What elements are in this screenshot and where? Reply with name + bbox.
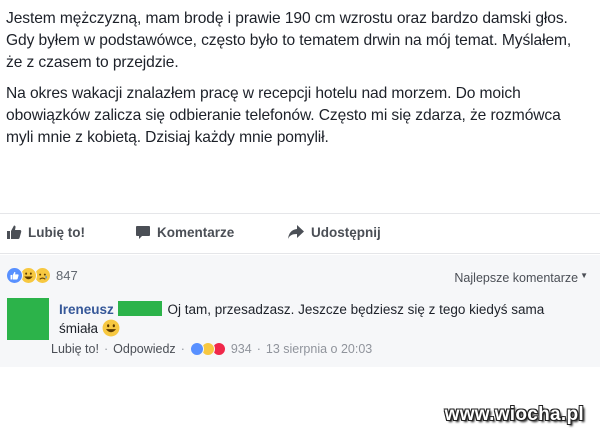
reaction-count: 847 bbox=[56, 268, 78, 283]
reactions-summary[interactable]: 847 bbox=[6, 267, 78, 284]
like-reaction-icon bbox=[189, 342, 204, 356]
caret-down-icon: ▼ bbox=[580, 271, 588, 280]
comment-body: Ireneusz Oj tam, przesadzasz. Jeszcze bę… bbox=[59, 300, 579, 342]
comment-author[interactable]: Ireneusz bbox=[59, 302, 114, 317]
divider-bottom bbox=[0, 253, 600, 254]
comment-timestamp[interactable]: 13 sierpnia o 20:03 bbox=[266, 342, 372, 356]
separator-dot: · bbox=[180, 342, 185, 356]
like-button[interactable]: Lubię to! bbox=[6, 224, 85, 240]
post-paragraph-1: Jestem mężczyzną, mam brodę i prawie 190… bbox=[6, 10, 572, 71]
commenter-avatar[interactable] bbox=[7, 298, 49, 340]
post-paragraph-2: Na okres wakacji znalazłem pracę w recep… bbox=[6, 85, 561, 146]
post-text: Jestem mężczyzną, mam brodę i prawie 190… bbox=[6, 8, 586, 158]
watermark: www.wiocha.pl bbox=[444, 404, 584, 425]
like-reaction-icon bbox=[6, 267, 23, 284]
comment-sort-label: Najlepsze komentarze bbox=[454, 271, 579, 285]
thumbs-up-icon bbox=[7, 225, 22, 239]
separator-dot: · bbox=[256, 342, 261, 356]
comments-section: 847 Najlepsze komentarze ▼ Ireneusz Oj ta… bbox=[0, 255, 600, 367]
comment-reactions[interactable] bbox=[189, 342, 226, 356]
redacted-name-block bbox=[117, 301, 162, 316]
comment-like-link[interactable]: Lubię to! bbox=[51, 342, 99, 356]
comment-reaction-count: 934 bbox=[230, 342, 252, 356]
comment-reply-link[interactable]: Odpowiedz bbox=[113, 342, 176, 356]
comment-button[interactable]: Komentarze bbox=[135, 224, 234, 240]
comment-button-label: Komentarze bbox=[157, 224, 235, 240]
comment-sort-dropdown[interactable]: Najlepsze komentarze ▼ bbox=[454, 271, 588, 285]
share-button[interactable]: Udostępnij bbox=[287, 224, 381, 240]
post-action-bar: Lubię to! Komentarze Udostępnij bbox=[0, 214, 600, 250]
smiling-emoji-icon bbox=[102, 319, 120, 342]
separator-dot: · bbox=[103, 342, 109, 356]
share-button-label: Udostępnij bbox=[311, 224, 381, 240]
comment-bubble-icon bbox=[136, 226, 150, 239]
comment-meta: Lubię to! · Odpowiedz · 934 · 13 sierpni… bbox=[51, 342, 372, 356]
share-arrow-icon bbox=[288, 225, 304, 239]
like-button-label: Lubię to! bbox=[28, 224, 85, 240]
